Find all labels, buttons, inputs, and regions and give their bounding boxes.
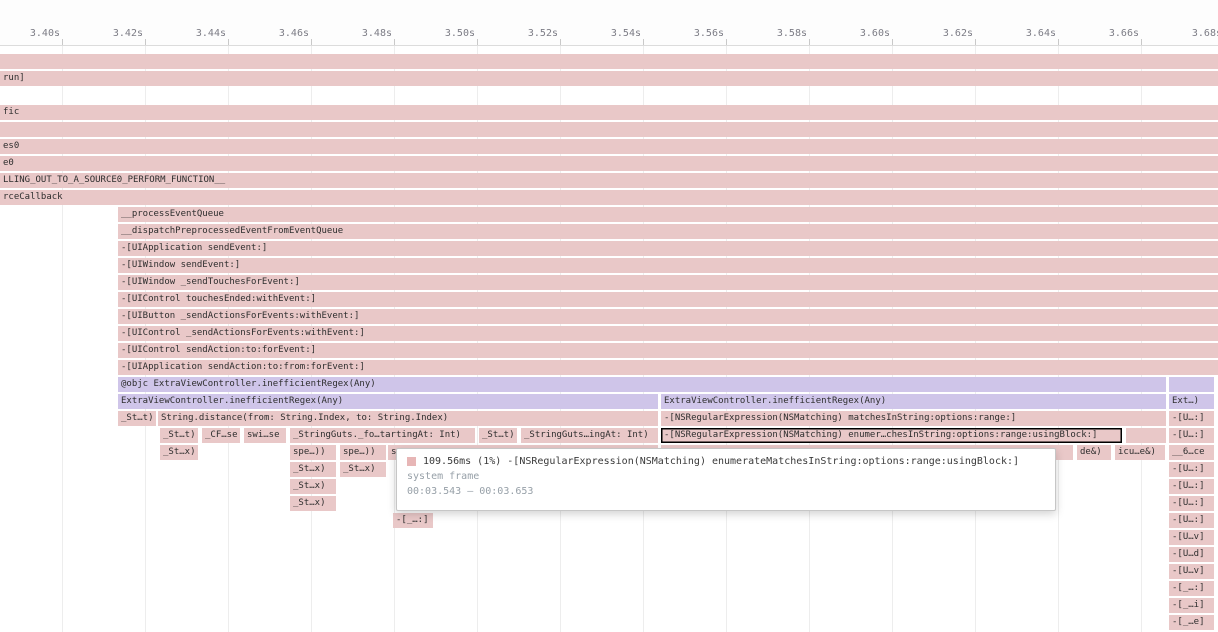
flame-frame[interactable]: -[UIApplication sendAction:to:from:forEv… — [118, 360, 1218, 375]
flame-frame[interactable]: _StringGuts…ingAt: Int) — [521, 428, 658, 443]
ruler-label: 3.48s — [332, 28, 392, 39]
flame-frame[interactable]: @objc ExtraViewController.inefficientReg… — [118, 377, 1166, 392]
ruler-label: 3.52s — [498, 28, 558, 39]
flame-frame[interactable]: -[UIControl sendAction:to:forEvent:] — [118, 343, 1218, 358]
flame-frame[interactable]: -[UIControl _sendActionsForEvents:withEv… — [118, 326, 1218, 341]
flame-frame[interactable]: e0 — [0, 156, 1218, 171]
flame-frame[interactable]: __dispatchPreprocessedEventFromEventQueu… — [118, 224, 1218, 239]
flame-frame[interactable]: swi…se — [244, 428, 286, 443]
flame-frame[interactable]: de&) — [1077, 445, 1111, 460]
flame-frame[interactable]: _St…t) — [118, 411, 156, 426]
tooltip-frame-kind: system frame — [407, 471, 1045, 482]
ruler-label: 3.54s — [581, 28, 641, 39]
flame-frame[interactable]: -[U…d] — [1169, 547, 1214, 562]
flame-frame[interactable]: _St…x) — [290, 496, 336, 511]
tooltip: 109.56ms (1%) -[NSRegularExpression(NSMa… — [396, 448, 1056, 511]
flame-frame[interactable]: fic — [0, 105, 1218, 120]
ruler-label: 3.56s — [664, 28, 724, 39]
ruler-tick — [477, 39, 478, 45]
flame-frame[interactable]: _StringGuts._fo…tartingAt: Int) — [290, 428, 475, 443]
tooltip-title-row: 109.56ms (1%) -[NSRegularExpression(NSMa… — [407, 456, 1045, 467]
ruler-tick — [311, 39, 312, 45]
flame-frame[interactable]: -[UIButton _sendActionsForEvents:withEve… — [118, 309, 1218, 324]
ruler-label: 3.44s — [166, 28, 226, 39]
ruler-label: 3.50s — [415, 28, 475, 39]
flame-frame[interactable]: _CF…se — [202, 428, 240, 443]
timeline-ruler[interactable]: 3.40s 3.42s 3.44s 3.46s 3.48s 3.50s 3.52s 3.54s… — [0, 0, 1218, 46]
ruler-label: 3.40s — [0, 28, 60, 39]
flame-chart: run] fic es0 e0 LLING_OUT_TO_A_SOURCE0_PERFO… — [0, 0, 1218, 632]
ruler-label: 3.42s — [83, 28, 143, 39]
flame-frame[interactable]: es0 — [0, 139, 1218, 154]
frame-color-swatch-icon — [407, 457, 416, 466]
flame-frame[interactable] — [1169, 377, 1214, 392]
ruler-tick — [726, 39, 727, 45]
ruler-label: 3.46s — [249, 28, 309, 39]
flame-frame[interactable]: -[_…i] — [1169, 598, 1214, 613]
flame-frame[interactable]: -[UIWindow sendEvent:] — [118, 258, 1218, 273]
flame-frame[interactable]: -[U…:] — [1169, 496, 1214, 511]
ruler-label: 3.62s — [913, 28, 973, 39]
flame-frame[interactable]: -[NSRegularExpression(NSMatching) matche… — [661, 411, 1166, 426]
ruler-tick — [975, 39, 976, 45]
flame-frame[interactable]: _St…t) — [479, 428, 517, 443]
flame-frame[interactable]: run] — [0, 71, 1218, 86]
ruler-label: 3.60s — [830, 28, 890, 39]
flame-frame[interactable]: -[UIApplication sendEvent:] — [118, 241, 1218, 256]
tooltip-time-range: 00:03.543 — 00:03.653 — [407, 486, 1045, 497]
flame-frame[interactable]: LLING_OUT_TO_A_SOURCE0_PERFORM_FUNCTION_… — [0, 173, 1218, 188]
tooltip-symbol: -[NSRegularExpression(NSMatching) enumer… — [507, 456, 1019, 467]
flame-frame[interactable]: -[U…:] — [1169, 479, 1214, 494]
flame-frame[interactable] — [1126, 428, 1166, 443]
flame-frame[interactable]: String.distance(from: String.Index, to: … — [158, 411, 658, 426]
ruler-tick — [892, 39, 893, 45]
flame-frame[interactable]: _St…x) — [160, 445, 198, 460]
flame-frame[interactable]: -[U…:] — [1169, 411, 1214, 426]
selected-flame-frame[interactable]: -[NSRegularExpression(NSMatching) enumer… — [661, 428, 1122, 443]
flame-frame[interactable]: _St…t) — [160, 428, 198, 443]
ruler-label: 3.68s — [1162, 28, 1218, 39]
flame-frame[interactable]: ExtraViewController.inefficientRegex(Any… — [661, 394, 1166, 409]
flame-frame[interactable]: -[U…v] — [1169, 530, 1214, 545]
ruler-tick — [1141, 39, 1142, 45]
flame-frame[interactable]: -[_…e] — [1169, 615, 1214, 630]
ruler-tick — [1058, 39, 1059, 45]
flame-frame[interactable]: -[U…:] — [1169, 428, 1214, 443]
flame-frame[interactable]: -[_…:] — [393, 513, 433, 528]
ruler-tick — [228, 39, 229, 45]
ruler-tick — [560, 39, 561, 45]
flame-frame[interactable]: rceCallback — [0, 190, 1218, 205]
flame-frame[interactable]: -[U…v] — [1169, 564, 1214, 579]
flame-frame[interactable]: _St…x) — [340, 462, 386, 477]
ruler-tick — [62, 39, 63, 45]
flame-frame[interactable]: -[U…:] — [1169, 462, 1214, 477]
ruler-tick — [643, 39, 644, 45]
flame-rows-layer: run] fic es0 e0 LLING_OUT_TO_A_SOURCE0_PERFO… — [0, 0, 1218, 632]
tooltip-duration: 109.56ms (1%) — [423, 456, 501, 467]
flame-frame[interactable]: ExtraViewController.inefficientRegex(Any… — [118, 394, 658, 409]
flame-frame[interactable] — [0, 122, 1218, 137]
ruler-label: 3.66s — [1079, 28, 1139, 39]
flame-frame[interactable]: -[UIWindow _sendTouchesForEvent:] — [118, 275, 1218, 290]
flame-frame[interactable]: -[_…:] — [1169, 581, 1214, 596]
ruler-tick — [145, 39, 146, 45]
ruler-label: 3.58s — [747, 28, 807, 39]
ruler-label: 3.64s — [996, 28, 1056, 39]
flame-frame[interactable]: __processEventQueue — [118, 207, 1218, 222]
ruler-tick — [394, 39, 395, 45]
flame-frame[interactable]: _St…x) — [290, 462, 336, 477]
ruler-tick — [809, 39, 810, 45]
flame-frame[interactable] — [0, 54, 1218, 69]
flame-frame[interactable]: icu…e&) — [1115, 445, 1165, 460]
flame-frame[interactable]: -[U…:] — [1169, 513, 1214, 528]
flame-frame[interactable]: __6…ce — [1169, 445, 1214, 460]
flame-frame[interactable]: Ext…) — [1169, 394, 1214, 409]
flame-frame[interactable]: _St…x) — [290, 479, 336, 494]
flame-frame[interactable]: spe…)) — [340, 445, 386, 460]
flame-frame[interactable]: -[UIControl touchesEnded:withEvent:] — [118, 292, 1218, 307]
flame-frame[interactable]: spe…)) — [290, 445, 336, 460]
